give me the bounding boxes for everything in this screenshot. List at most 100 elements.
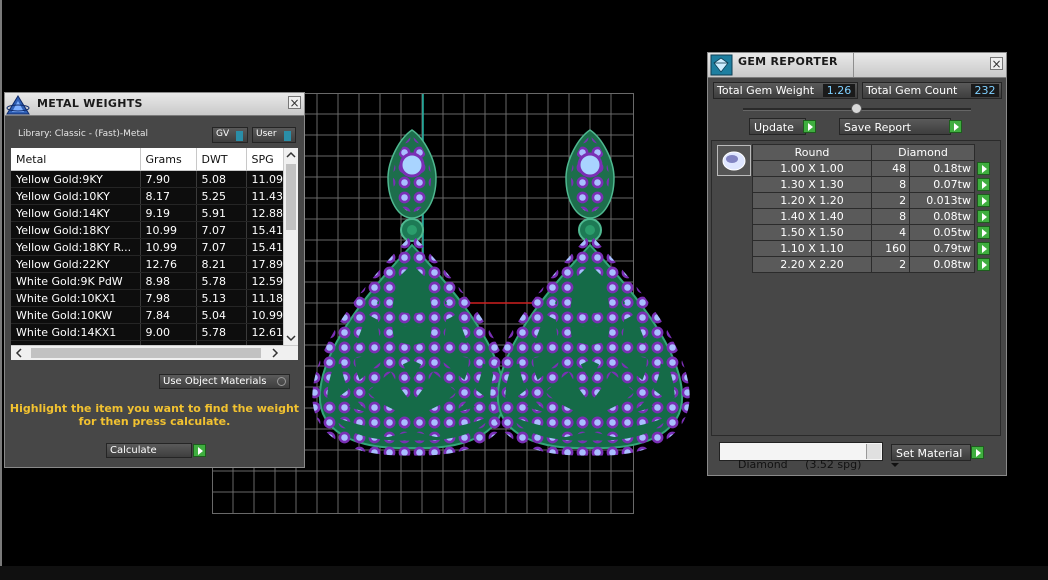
grams-value: 10.99 bbox=[140, 221, 197, 239]
table-row[interactable]: 1.30 X 1.30 8 0.07tw bbox=[752, 176, 992, 193]
gem-size: 1.20 X 1.20 bbox=[752, 192, 872, 209]
update-go-button[interactable] bbox=[803, 120, 816, 133]
metal-name: Yellow Gold:9KY bbox=[11, 170, 141, 188]
save-report-go-button[interactable] bbox=[949, 120, 962, 133]
column-header-grams[interactable]: Grams bbox=[140, 148, 197, 171]
table-row[interactable]: Yellow Gold:22KY 12.76 8.21 17.89 bbox=[11, 255, 285, 273]
table-row[interactable]: 1.20 X 1.20 2 0.013tw bbox=[752, 192, 992, 209]
gem-reporter-titlebar[interactable]: GEM REPORTER × bbox=[708, 53, 1006, 78]
column-header-metal[interactable]: Metal bbox=[11, 148, 141, 171]
splitter-handle-icon[interactable] bbox=[851, 103, 862, 114]
metal-table-vscroll-graphic bbox=[286, 151, 296, 342]
gem-count: 8 bbox=[870, 176, 911, 193]
grams-value: 9.00 bbox=[140, 323, 197, 341]
table-row[interactable]: 2.20 X 2.20 2 0.08tw bbox=[752, 256, 992, 273]
save-report-label: Save Report bbox=[844, 121, 911, 134]
gem-table[interactable]: Round Diamond 1.00 X 1.00 48 0.18tw 1.30… bbox=[752, 144, 992, 273]
row-go-button[interactable] bbox=[977, 257, 990, 271]
dwt-value: 5.78 bbox=[196, 323, 247, 341]
metal-name: Yellow Gold:22KY bbox=[11, 255, 141, 273]
spg-value: 15.41 bbox=[246, 238, 285, 256]
save-report-button[interactable]: Save Report bbox=[839, 118, 951, 135]
table-row[interactable]: Yellow Gold:9KY 7.90 5.08 11.09 bbox=[11, 170, 285, 188]
table-row[interactable]: 1.50 X 1.50 4 0.05tw bbox=[752, 224, 992, 241]
use-object-materials-toggle[interactable]: Use Object Materials bbox=[159, 374, 290, 389]
table-row[interactable]: 1.00 X 1.00 48 0.18tw bbox=[752, 160, 992, 177]
grams-value: 7.84 bbox=[140, 306, 197, 324]
row-go-cell bbox=[974, 160, 992, 177]
calculate-go-button[interactable] bbox=[193, 444, 206, 457]
user-toggle[interactable]: User bbox=[252, 127, 296, 143]
table-row[interactable]: Yellow Gold:18KY R... 10.99 7.07 15.41 bbox=[11, 238, 285, 256]
column-header-spg[interactable]: SPG bbox=[246, 148, 285, 171]
spg-value: 17.89 bbox=[246, 255, 285, 273]
status-bar bbox=[0, 566, 1048, 580]
table-row[interactable]: Yellow Gold:14KY 9.19 5.91 12.88 bbox=[11, 204, 285, 222]
metal-name: White Gold:14KX1 bbox=[11, 323, 141, 341]
dwt-value: 5.04 bbox=[196, 306, 247, 324]
table-row[interactable]: White Gold:9K PdW 8.98 5.78 12.59 bbox=[11, 272, 285, 290]
material-select[interactable]: Diamond (3.52 spg) bbox=[719, 442, 899, 471]
metal-name: White Gold:9K PdW bbox=[11, 272, 141, 290]
dwt-value: 5.13 bbox=[196, 289, 247, 307]
row-go-button[interactable] bbox=[977, 161, 990, 175]
table-row[interactable]: 1.40 X 1.40 8 0.08tw bbox=[752, 208, 992, 225]
row-go-cell bbox=[974, 256, 992, 273]
metal-table-horizontal-scrollbar[interactable] bbox=[11, 345, 298, 360]
table-row[interactable]: White Gold:10KW 7.84 5.04 10.99 bbox=[11, 306, 285, 324]
row-go-button[interactable] bbox=[977, 225, 990, 239]
column-header-shape: Round bbox=[752, 144, 872, 161]
calculate-hint: Highlight the item you want to find the … bbox=[5, 402, 304, 428]
calculate-hint-line-1: Highlight the item you want to find the … bbox=[9, 402, 300, 415]
row-go-button[interactable] bbox=[977, 177, 990, 191]
user-label: User bbox=[256, 129, 277, 139]
gv-label: GV bbox=[216, 129, 230, 139]
row-go-cell bbox=[974, 192, 992, 209]
metal-weights-titlebar[interactable]: METAL WEIGHTS × bbox=[5, 93, 304, 116]
dropdown-arrow-icon[interactable] bbox=[866, 444, 899, 467]
gem-count: 4 bbox=[870, 224, 911, 241]
close-icon[interactable]: × bbox=[288, 96, 301, 109]
row-go-button[interactable] bbox=[977, 209, 990, 223]
update-button[interactable]: Update bbox=[749, 118, 806, 135]
metal-table-vertical-scrollbar[interactable] bbox=[283, 148, 298, 346]
gem-weight: 0.08tw bbox=[909, 256, 975, 273]
spg-value: 11.43 bbox=[246, 187, 285, 205]
spg-value: 10.99 bbox=[246, 306, 285, 324]
dwt-value: 5.78 bbox=[196, 272, 247, 290]
metal-table[interactable]: Metal Grams DWT SPG Yellow Gold:9KY 7.90… bbox=[11, 148, 298, 360]
gv-toggle[interactable]: GV bbox=[212, 127, 248, 143]
gv-toggle-indicator bbox=[236, 131, 243, 141]
table-row[interactable]: 1.10 X 1.10 160 0.79tw bbox=[752, 240, 992, 257]
earring-model[interactable] bbox=[320, 130, 682, 448]
row-go-button[interactable] bbox=[977, 193, 990, 207]
gem-shape-thumbnail[interactable] bbox=[717, 145, 751, 176]
table-row[interactable]: White Gold:14KX1 9.00 5.78 12.61 bbox=[11, 323, 285, 341]
right-earring[interactable] bbox=[498, 130, 682, 448]
total-gem-count-field: Total Gem Count 232 bbox=[862, 82, 1002, 99]
row-go-button[interactable] bbox=[977, 241, 990, 255]
set-material-go-button[interactable] bbox=[971, 446, 984, 459]
gem-weight: 0.79tw bbox=[909, 240, 975, 257]
gem-reporter-logo-icon bbox=[710, 54, 733, 76]
spg-value: 11.09 bbox=[246, 170, 285, 188]
column-header-dwt[interactable]: DWT bbox=[196, 148, 247, 171]
table-row[interactable]: Yellow Gold:10KY 8.17 5.25 11.43 bbox=[11, 187, 285, 205]
left-earring[interactable] bbox=[320, 130, 504, 448]
gem-size: 1.10 X 1.10 bbox=[752, 240, 872, 257]
calculate-label: Calculate bbox=[110, 445, 157, 456]
table-row[interactable]: White Gold:10KX1 7.98 5.13 11.18 bbox=[11, 289, 285, 307]
spg-value: 11.18 bbox=[246, 289, 285, 307]
radio-icon bbox=[277, 377, 286, 386]
dwt-value: 5.25 bbox=[196, 187, 247, 205]
total-gem-weight-label: Total Gem Weight bbox=[717, 84, 815, 97]
spg-value: 15.41 bbox=[246, 221, 285, 239]
grams-value: 12.76 bbox=[140, 255, 197, 273]
set-material-button[interactable]: Set Material bbox=[891, 444, 971, 461]
gem-reporter-panel: GEM REPORTER × Total Gem Weight 1.26 Tot… bbox=[707, 52, 1007, 476]
calculate-button[interactable]: Calculate bbox=[106, 443, 192, 458]
gem-weight: 0.08tw bbox=[909, 208, 975, 225]
close-icon[interactable]: × bbox=[990, 57, 1003, 70]
table-row[interactable]: Yellow Gold:18KY 10.99 7.07 15.41 bbox=[11, 221, 285, 239]
gem-count: 160 bbox=[870, 240, 911, 257]
